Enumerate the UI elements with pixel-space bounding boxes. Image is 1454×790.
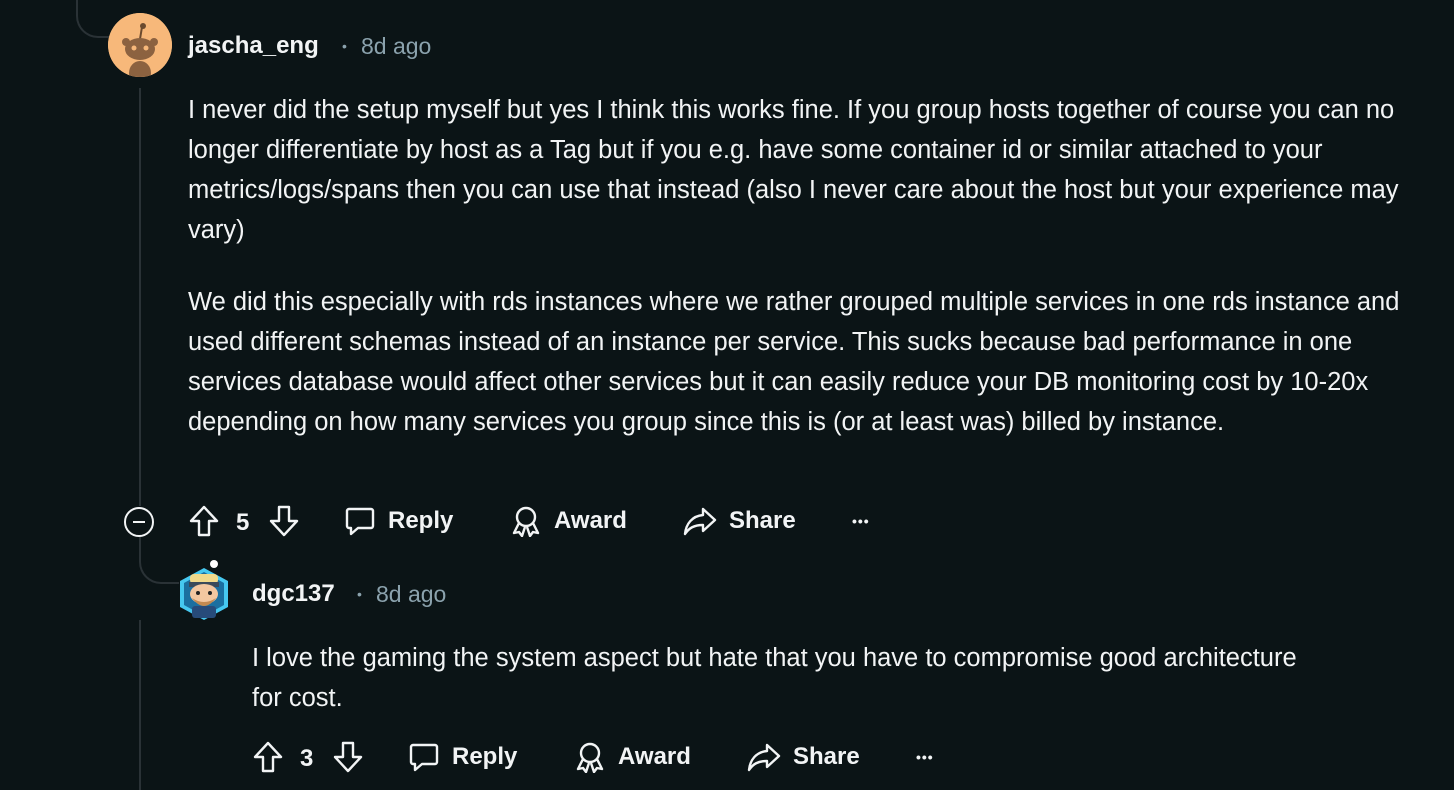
snoo-avatar-icon	[180, 560, 228, 620]
downvote-button[interactable]	[266, 503, 302, 539]
collapse-thread-button[interactable]	[124, 507, 154, 537]
vote-count: 5	[236, 509, 250, 536]
award-label: Award	[618, 743, 691, 770]
upvote-button[interactable]	[250, 739, 286, 775]
comment-timestamp[interactable]: 8d ago	[361, 33, 431, 60]
share-button[interactable]: Share	[747, 735, 860, 779]
award-label: Award	[554, 507, 627, 534]
ellipsis-icon: •••	[852, 513, 870, 529]
comment-paragraph: We did this especially with rds instance…	[188, 288, 1400, 436]
reply-button[interactable]: Reply	[408, 735, 517, 779]
avatar[interactable]	[174, 558, 234, 626]
reply-thread-curve	[139, 536, 179, 584]
share-arrow-icon	[747, 743, 781, 772]
comment-2-thread-line[interactable]	[139, 620, 141, 790]
arrow-down-icon	[269, 505, 299, 537]
reply-label: Reply	[388, 507, 454, 534]
downvote-button[interactable]	[330, 739, 366, 775]
more-options-button[interactable]: •••	[852, 499, 870, 543]
parent-thread-curve	[76, 0, 114, 38]
ellipsis-icon: •••	[916, 749, 934, 765]
award-ribbon-icon	[512, 506, 540, 537]
more-options-button[interactable]: •••	[916, 735, 934, 779]
meta-separator: •	[342, 38, 347, 54]
award-button[interactable]: Award	[510, 499, 627, 543]
reply-label: Reply	[452, 743, 518, 770]
comment-paragraph: I never did the setup myself but yes I t…	[188, 96, 1399, 244]
share-arrow-icon	[683, 507, 717, 536]
comment-1-thread-line[interactable]	[139, 88, 141, 506]
share-label: Share	[729, 507, 796, 534]
speech-bubble-icon	[345, 507, 375, 536]
comment-author[interactable]: jascha_eng	[188, 32, 319, 60]
avatar[interactable]	[108, 13, 172, 77]
reply-button[interactable]: Reply	[344, 499, 453, 543]
upvote-button[interactable]	[186, 503, 222, 539]
comment-timestamp[interactable]: 8d ago	[376, 581, 446, 608]
arrow-down-icon	[333, 741, 363, 773]
snoo-avatar-icon	[108, 13, 172, 77]
vote-count: 3	[300, 745, 314, 772]
speech-bubble-icon	[409, 743, 439, 772]
comment-paragraph: I love the gaming the system aspect but …	[252, 644, 1297, 712]
share-label: Share	[793, 743, 860, 770]
arrow-up-icon	[189, 505, 219, 537]
meta-separator: •	[357, 586, 362, 602]
award-ribbon-icon	[576, 742, 604, 773]
share-button[interactable]: Share	[683, 499, 796, 543]
award-button[interactable]: Award	[574, 735, 691, 779]
arrow-up-icon	[253, 741, 283, 773]
comment-author[interactable]: dgc137	[252, 580, 335, 608]
